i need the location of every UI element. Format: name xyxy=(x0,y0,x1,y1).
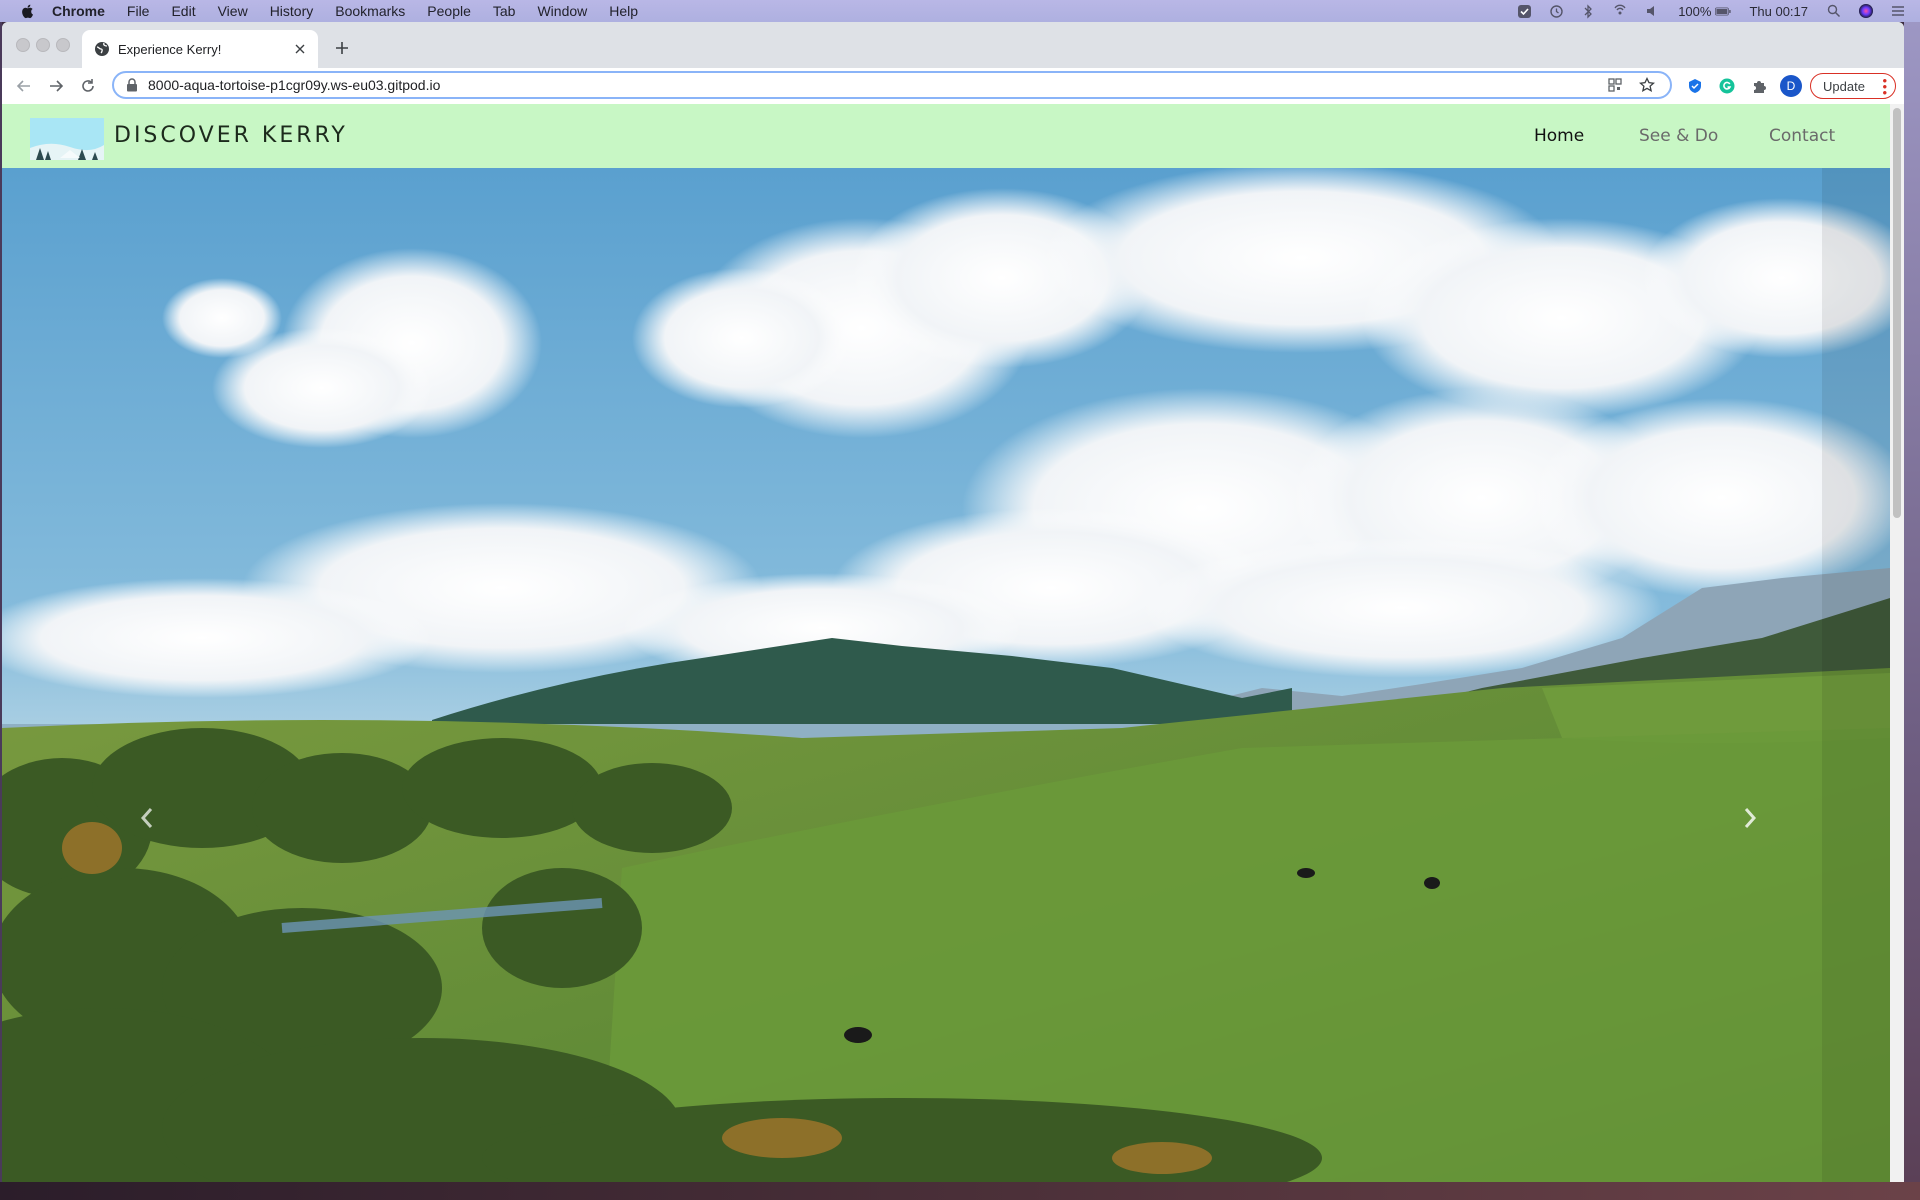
page-scrollbar[interactable] xyxy=(1890,104,1904,1182)
control-center-icon[interactable] xyxy=(1890,4,1906,18)
more-menu-icon[interactable]: • • • xyxy=(1882,74,1887,99)
desktop-wallpaper-bottom xyxy=(0,1182,1920,1200)
nav-link-home[interactable]: Home xyxy=(1534,126,1584,146)
update-button-label: Update xyxy=(1823,78,1865,94)
forward-arrow-icon[interactable] xyxy=(46,76,66,96)
new-tab-plus-icon[interactable] xyxy=(332,38,352,58)
site-logo[interactable] xyxy=(30,118,104,160)
lock-icon[interactable] xyxy=(126,78,138,92)
menu-clock[interactable]: Thu 00:17 xyxy=(1749,4,1808,19)
qr-code-icon[interactable] xyxy=(1606,76,1624,94)
spotlight-search-icon[interactable] xyxy=(1826,4,1842,18)
tab-close-icon[interactable] xyxy=(292,41,308,57)
bluetooth-icon[interactable] xyxy=(1580,3,1596,19)
address-bar[interactable]: 8000-aqua-tortoise-p1cgr09y.ws-eu03.gitp… xyxy=(112,71,1672,99)
hero-carousel-image xyxy=(2,168,1890,1182)
address-bar-url[interactable]: 8000-aqua-tortoise-p1cgr09y.ws-eu03.gitp… xyxy=(148,77,1606,93)
menu-edit[interactable]: Edit xyxy=(171,3,195,19)
browser-tab-active[interactable]: Experience Kerry! xyxy=(82,30,318,68)
menu-app-name[interactable]: Chrome xyxy=(52,3,105,19)
menu-window[interactable]: Window xyxy=(537,3,587,19)
menu-people[interactable]: People xyxy=(427,3,471,19)
profile-avatar[interactable]: D xyxy=(1780,75,1802,97)
extensions-puzzle-icon[interactable] xyxy=(1750,77,1768,95)
siri-icon[interactable] xyxy=(1858,4,1874,18)
volume-icon[interactable] xyxy=(1644,4,1660,18)
desktop-wallpaper-right xyxy=(1904,22,1920,1200)
menu-view[interactable]: View xyxy=(218,3,248,19)
window-close-button[interactable] xyxy=(16,38,30,52)
carousel-next-icon[interactable] xyxy=(1735,798,1765,838)
site-brand[interactable]: DISCOVER KERRY xyxy=(114,123,348,148)
grammarly-icon[interactable] xyxy=(1718,77,1736,95)
browser-window: Experience Kerry! 8000-aqua-tortoise-p1c… xyxy=(2,22,1904,1182)
airplay-icon[interactable] xyxy=(1612,4,1628,18)
tab-strip: Experience Kerry! xyxy=(2,22,1904,68)
apple-logo-icon[interactable] xyxy=(20,3,36,19)
tab-title: Experience Kerry! xyxy=(118,41,222,57)
carousel-prev-icon[interactable] xyxy=(132,798,162,838)
battery-icon[interactable] xyxy=(1715,4,1732,18)
back-arrow-icon[interactable] xyxy=(14,76,34,96)
reload-icon[interactable] xyxy=(78,76,98,96)
site-navbar: DISCOVER KERRY Home See & Do Contact xyxy=(2,104,1890,168)
page-viewport: DISCOVER KERRY Home See & Do Contact xyxy=(2,104,1904,1182)
menu-tab[interactable]: Tab xyxy=(493,3,516,19)
battery-percentage: 100% xyxy=(1678,3,1712,19)
bookmark-star-icon[interactable] xyxy=(1638,76,1656,94)
globe-icon xyxy=(95,42,109,56)
window-zoom-button[interactable] xyxy=(56,38,70,52)
update-button[interactable]: Update • • • xyxy=(1810,73,1896,99)
browser-toolbar: 8000-aqua-tortoise-p1cgr09y.ws-eu03.gitp… xyxy=(2,68,1904,105)
time-machine-icon[interactable] xyxy=(1548,4,1564,18)
page-scrollbar-thumb[interactable] xyxy=(1893,108,1901,518)
nav-link-contact[interactable]: Contact xyxy=(1769,126,1835,146)
macos-menu-bar: Chrome File Edit View History Bookmarks … xyxy=(0,0,1920,22)
menu-bookmarks[interactable]: Bookmarks xyxy=(335,3,405,19)
menu-help[interactable]: Help xyxy=(609,3,638,19)
nav-link-see-and-do[interactable]: See & Do xyxy=(1639,126,1718,146)
menu-file[interactable]: File xyxy=(127,3,150,19)
window-minimize-button[interactable] xyxy=(36,38,50,52)
menu-history[interactable]: History xyxy=(270,3,314,19)
extension-shield-icon[interactable] xyxy=(1686,77,1704,95)
check-icon[interactable] xyxy=(1516,4,1532,18)
